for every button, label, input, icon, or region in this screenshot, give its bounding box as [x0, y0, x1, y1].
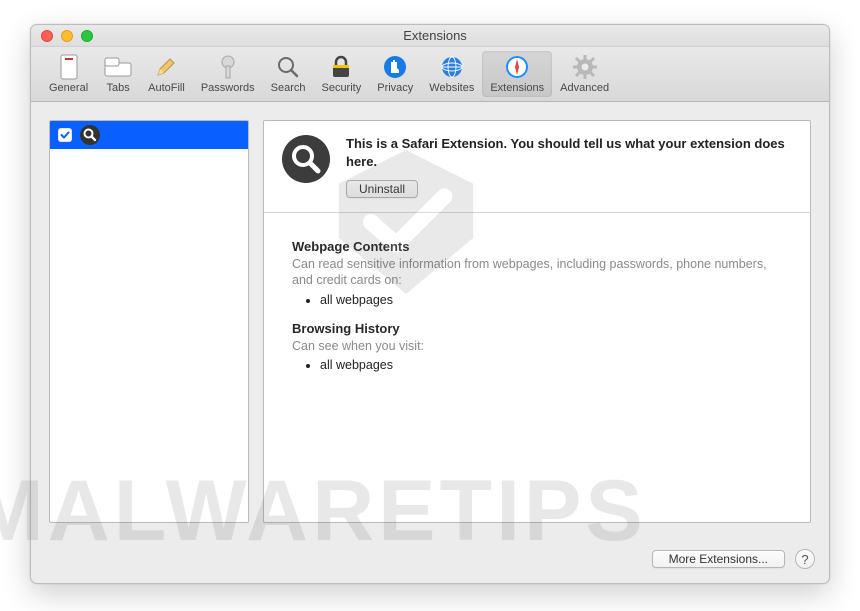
tabs-icon: [104, 53, 132, 81]
gear-icon: [571, 53, 599, 81]
tab-privacy[interactable]: Privacy: [369, 51, 421, 97]
sidebar-item-extension[interactable]: [50, 121, 248, 149]
permission-bullet: all webpages: [320, 358, 782, 372]
content-body: This is a Safari Extension. You should t…: [31, 102, 829, 541]
permissions-block: Webpage Contents Can read sensitive info…: [264, 213, 810, 398]
tab-security[interactable]: Security: [313, 51, 369, 97]
permission-title-browsing-history: Browsing History: [292, 321, 782, 336]
help-button[interactable]: ?: [795, 549, 815, 569]
extension-large-icon: [282, 135, 330, 183]
tab-general[interactable]: General: [41, 51, 96, 97]
permission-subtitle-webpage-contents: Can read sensitive information from webp…: [292, 256, 782, 289]
globe-icon: [438, 53, 466, 81]
uninstall-button[interactable]: Uninstall: [346, 180, 418, 198]
compass-icon: [503, 53, 531, 81]
general-icon: [55, 53, 83, 81]
hand-icon: [381, 53, 409, 81]
permission-bullet: all webpages: [320, 293, 782, 307]
window-titlebar: Extensions: [31, 25, 829, 47]
autofill-pencil-icon: [152, 53, 180, 81]
search-icon: [274, 53, 302, 81]
tab-autofill[interactable]: AutoFill: [140, 51, 193, 97]
extension-enable-checkbox[interactable]: [58, 128, 72, 142]
preferences-toolbar: General Tabs AutoFill Passwords: [31, 47, 829, 102]
tab-tabs[interactable]: Tabs: [96, 51, 140, 97]
tab-advanced[interactable]: Advanced: [552, 51, 617, 97]
extension-item-icon: [80, 125, 100, 145]
preferences-window: Extensions General Tabs AutoFill: [30, 24, 830, 584]
zoom-window-button[interactable]: [81, 30, 93, 42]
close-window-button[interactable]: [41, 30, 53, 42]
traffic-lights: [41, 30, 93, 42]
lock-icon: [327, 53, 355, 81]
tab-search[interactable]: Search: [263, 51, 314, 97]
tab-websites[interactable]: Websites: [421, 51, 482, 97]
permission-title-webpage-contents: Webpage Contents: [292, 239, 782, 254]
permission-subtitle-browsing-history: Can see when you visit:: [292, 338, 782, 354]
window-title: Extensions: [93, 28, 829, 43]
tab-passwords[interactable]: Passwords: [193, 51, 263, 97]
key-icon: [214, 53, 242, 81]
minimize-window-button[interactable]: [61, 30, 73, 42]
extension-description: This is a Safari Extension. You should t…: [346, 135, 792, 170]
tab-extensions[interactable]: Extensions: [482, 51, 552, 97]
more-extensions-button[interactable]: More Extensions...: [652, 550, 785, 568]
extensions-sidebar: [49, 120, 249, 523]
extension-detail-panel: This is a Safari Extension. You should t…: [263, 120, 811, 523]
